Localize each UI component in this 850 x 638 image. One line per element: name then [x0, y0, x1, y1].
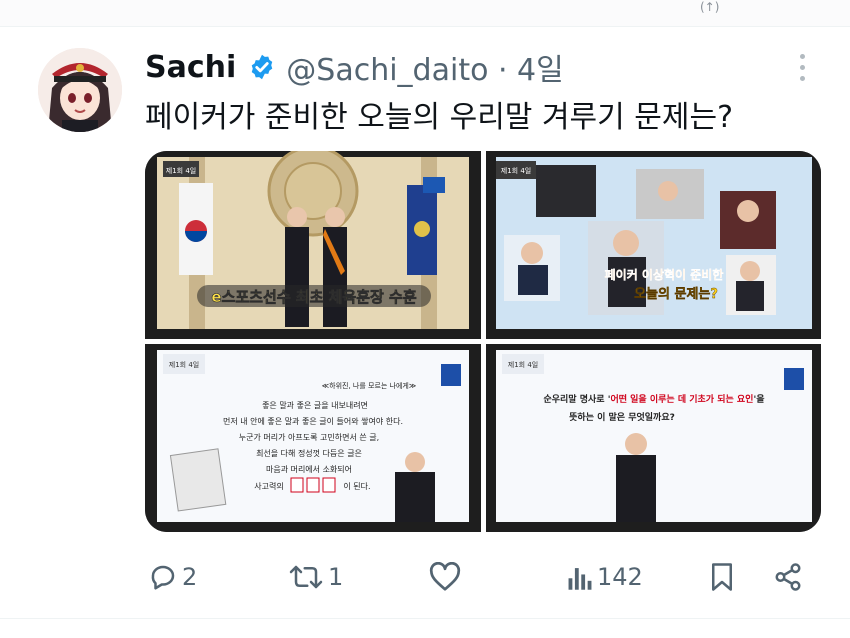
media-image-4[interactable]: 제1회 4일 순우리말 명사로 '어떤 일을 이루는 데 기초가 되는 요인'을… — [486, 344, 821, 532]
image3-line-4: 최선을 다해 정성껏 다듬은 글은 — [256, 448, 362, 458]
tweet-header: Sachi @Sachi_daito · 4일 — [145, 45, 564, 89]
image4-line-2: 뜻하는 이 말은 무엇일까요? — [569, 411, 675, 423]
bookmark-icon — [712, 563, 732, 591]
media-image-1[interactable]: e스포츠선수 최초 체육훈장 수훈 제1회 4일 — [145, 151, 481, 339]
image3-last-prefix: 사고력의 — [254, 481, 283, 491]
like-button[interactable] — [428, 552, 462, 602]
views-button[interactable]: 142 — [567, 552, 643, 602]
image4-line1-highlight: 어떤 일을 이루는 데 기초가 되는 요인 — [610, 393, 753, 405]
divider — [0, 618, 850, 638]
media-image-2[interactable]: 제1회 4일 페이커 이상혁이 준비한 오늘의 문제는? — [486, 151, 821, 339]
retweet-button[interactable]: 1 — [288, 552, 343, 602]
image3-line-3: 누군가 머리가 아프도록 고민하면서 쓴 글, — [239, 432, 379, 442]
image3-line-2: 먼저 내 안에 좋은 말과 좋은 글이 들어와 쌓여야 한다. — [223, 416, 403, 426]
bookmark-button[interactable] — [708, 552, 736, 602]
avatar-illustration — [38, 48, 122, 132]
image4-episode: 제1회 4일 — [508, 360, 538, 369]
author-name[interactable]: Sachi — [145, 50, 236, 85]
author-handle-time[interactable]: @Sachi_daito · 4일 — [286, 45, 563, 89]
status-bar: (↑) — [0, 0, 850, 27]
image1-episode: 제1회 4일 — [166, 166, 196, 175]
image2-episode: 제1회 4일 — [501, 166, 531, 175]
retweet-count: 1 — [328, 563, 344, 591]
image4-line1-suffix: '을 — [753, 394, 764, 405]
image3-source: ≪하위진, 나를 모르는 나에게≫ — [322, 381, 416, 390]
views-count: 142 — [597, 563, 643, 591]
heart-icon — [429, 562, 461, 591]
reply-button[interactable]: 2 — [148, 552, 197, 602]
image2-caption-top: 페이커 이상혁이 준비한 — [605, 267, 724, 282]
image3-line-1: 좋은 말과 좋은 글을 내보내려면 — [262, 400, 368, 410]
avatar[interactable] — [38, 48, 122, 132]
reply-count: 2 — [182, 563, 198, 591]
image4-line1-prefix: 순우리말 명사로 ' — [543, 393, 610, 405]
verified-badge-icon — [252, 54, 273, 80]
reply-icon — [151, 565, 175, 590]
retweet-icon — [289, 565, 323, 589]
image1-caption: e스포츠선수 최초 체육훈장 수훈 — [211, 288, 416, 306]
share-icon — [775, 563, 801, 591]
image3-episode: 제1회 4일 — [169, 360, 199, 369]
media-image-3[interactable]: 제1회 4일 ≪하위진, 나를 모르는 나에게≫ 좋은 말과 좋은 글을 내보내… — [145, 344, 481, 532]
views-icon — [568, 568, 592, 590]
media-grid: e스포츠선수 최초 체육훈장 수훈 제1회 4일 제1회 4일 페이커 이상혁이… — [145, 151, 821, 532]
image3-last-suffix: 이 된다. — [343, 481, 370, 491]
more-icon[interactable] — [795, 54, 809, 88]
share-button[interactable] — [773, 552, 803, 602]
image2-caption-bottom: 오늘의 문제는? — [634, 286, 718, 302]
image3-line-5: 마음과 머리에서 소화되어 — [266, 464, 352, 474]
image4-line-1: 순우리말 명사로 '어떤 일을 이루는 데 기초가 되는 요인'을 — [543, 393, 764, 405]
tweet-text: 페이커가 준비한 오늘의 우리말 겨루기 문제는? — [145, 100, 734, 135]
action-bar: 2 1 142 — [0, 552, 850, 602]
status-bar-glyph: (↑) — [700, 0, 720, 14]
